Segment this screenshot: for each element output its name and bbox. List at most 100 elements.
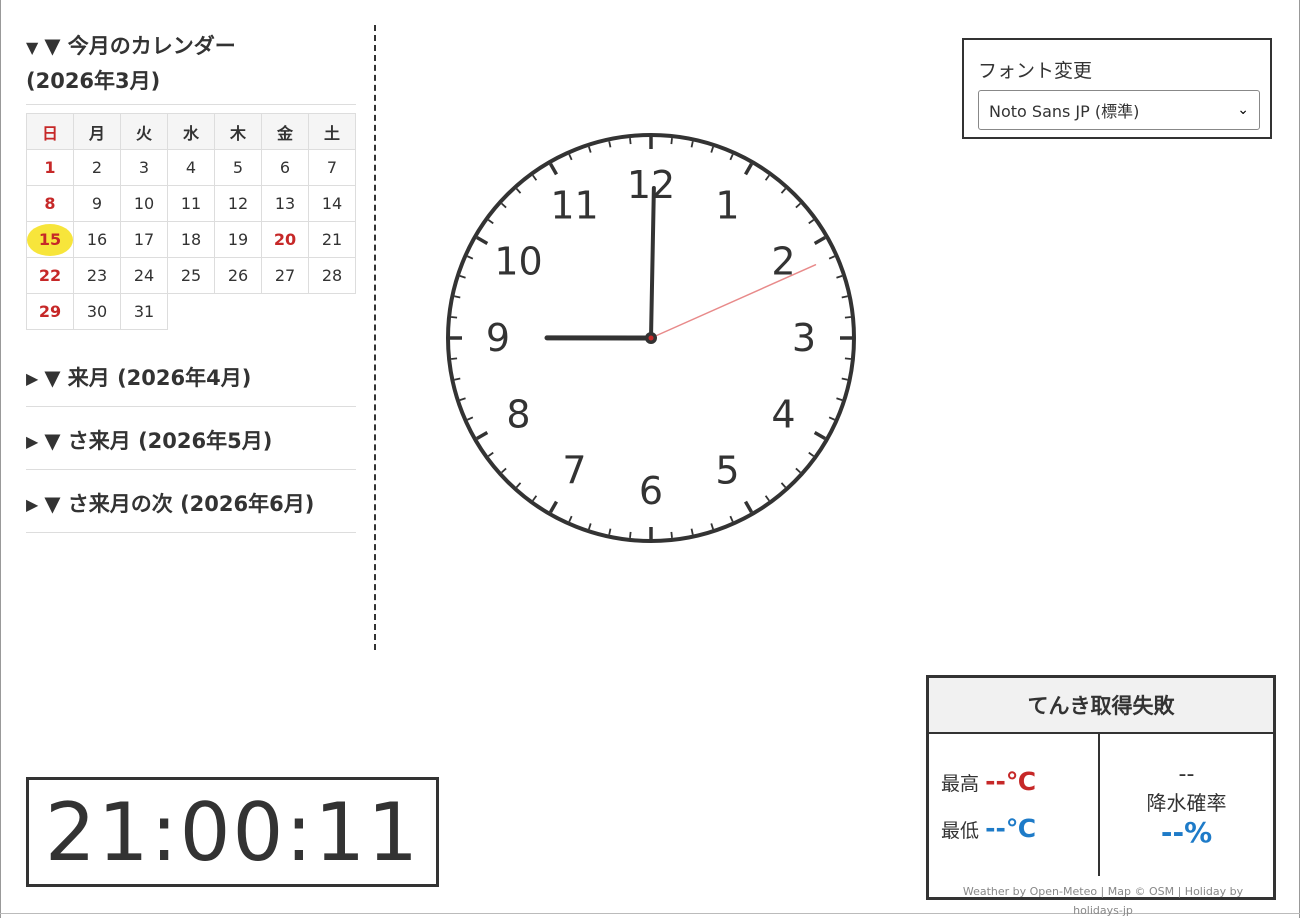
after-after-next-month-heading: ▼ さ来月の次 (2026年6月) — [44, 486, 314, 523]
calendar-day: 17 — [121, 222, 168, 258]
low-temp-row: 最低 --℃ — [941, 814, 1098, 843]
calendar-day: 10 — [121, 186, 168, 222]
clock-minor-tick — [630, 532, 631, 538]
clock-minor-tick — [609, 141, 610, 147]
calendar-day: 31 — [121, 294, 168, 330]
clock-numeral: 4 — [771, 393, 795, 437]
disclosure-open-icon: ▼ — [26, 32, 38, 64]
clock-minor-tick — [671, 532, 672, 538]
precip-placeholder: -- — [1179, 762, 1195, 787]
weather-title: てんき取得失敗 — [929, 678, 1273, 734]
high-temp-label: 最高 — [941, 773, 979, 795]
font-selector-label: フォント変更 — [978, 56, 1258, 83]
frame-right-border — [1299, 0, 1300, 918]
calendar-day: 18 — [168, 222, 215, 258]
calendar-day: 11 — [168, 186, 215, 222]
high-temp-row: 最高 --℃ — [941, 767, 1098, 796]
calendar-day: 15 — [27, 222, 74, 258]
precip-value: --% — [1161, 816, 1212, 849]
calendar-day: 25 — [168, 258, 215, 294]
next-month-heading: ▼ 来月 (2026年4月) — [44, 360, 251, 397]
calendar-day: 5 — [215, 150, 262, 186]
precip-label: 降水確率 — [1147, 787, 1227, 816]
current-month-summary[interactable]: ▼▼ 今月のカレンダー (2026年3月) — [26, 30, 356, 105]
weekday-header: 火 — [121, 114, 168, 150]
calendar-day: 14 — [309, 186, 356, 222]
current-month-heading: ▼ 今月のカレンダー — [44, 34, 235, 58]
low-temp-label: 最低 — [941, 820, 979, 842]
weekday-header: 金 — [262, 114, 309, 150]
calendar-week-row: 293031 — [27, 294, 356, 330]
calendar-day: 16 — [74, 222, 121, 258]
precipitation-section: -- 降水確率 --% — [1100, 734, 1273, 876]
high-temp-value: --℃ — [985, 767, 1036, 796]
clock-minor-tick — [609, 529, 610, 535]
weather-panel: てんき取得失敗 最高 --℃ 最低 --℃ -- 降水確率 --% — [926, 675, 1276, 900]
weekday-header: 日 — [27, 114, 74, 150]
calendar-day: 30 — [74, 294, 121, 330]
clock-numeral: 7 — [562, 449, 586, 493]
calendar-day: 26 — [215, 258, 262, 294]
clock-minor-tick — [454, 379, 460, 380]
temperature-section: 最高 --℃ 最低 --℃ — [929, 734, 1100, 876]
clock-minor-tick — [842, 379, 848, 380]
calendar-day: 24 — [121, 258, 168, 294]
clock-numeral: 8 — [506, 393, 530, 437]
digital-clock: 21:00:11 — [26, 777, 439, 887]
calendar-day: 28 — [309, 258, 356, 294]
font-select[interactable]: Noto Sans JP (標準) ⌄ — [978, 90, 1260, 130]
clock-minor-tick — [451, 358, 457, 359]
calendar-day: 13 — [262, 186, 309, 222]
calendar-week-row: 891011121314 — [27, 186, 356, 222]
weekday-header: 木 — [215, 114, 262, 150]
font-select-value: Noto Sans JP (標準) — [989, 98, 1139, 122]
column-divider — [374, 25, 376, 650]
after-after-next-month-summary[interactable]: ▶▼ さ来月の次 (2026年6月) — [26, 478, 356, 533]
chevron-down-icon: ⌄ — [1237, 102, 1249, 118]
calendar-empty-cell — [262, 294, 309, 330]
clock-numeral: 5 — [715, 449, 739, 493]
after-next-month-summary[interactable]: ▶▼ さ来月 (2026年5月) — [26, 415, 356, 470]
calendar-day: 19 — [215, 222, 262, 258]
calendar-week-row: 22232425262728 — [27, 258, 356, 294]
clock-numeral: 9 — [486, 316, 510, 360]
calendar-column: ▼▼ 今月のカレンダー (2026年3月) 日月火水木金土 1234567891… — [26, 30, 356, 533]
clock-minor-tick — [845, 317, 851, 318]
calendar-day: 4 — [168, 150, 215, 186]
calendar-body: 1234567891011121314151617181920212223242… — [27, 150, 356, 330]
clock-numeral: 3 — [792, 316, 816, 360]
clock-center-dot — [649, 336, 654, 341]
weekday-header: 土 — [309, 114, 356, 150]
calendar-day: 8 — [27, 186, 74, 222]
calendar-day: 29 — [27, 294, 74, 330]
after-next-month-heading: ▼ さ来月 (2026年5月) — [44, 423, 272, 460]
calendar-day: 27 — [262, 258, 309, 294]
current-month-subheading: (2026年3月) — [26, 64, 356, 98]
attribution-credit: Weather by Open-Meteo | Map © OSM | Holi… — [950, 882, 1256, 920]
disclosure-closed-icon: ▶ — [26, 360, 38, 397]
clock-minor-tick — [692, 529, 693, 535]
calendar-week-row: 15161718192021 — [27, 222, 356, 258]
calendar-day: 7 — [309, 150, 356, 186]
weekday-header: 水 — [168, 114, 215, 150]
calendar-day: 1 — [27, 150, 74, 186]
disclosure-closed-icon: ▶ — [26, 423, 38, 460]
calendar-day: 21 — [309, 222, 356, 258]
calendar-day: 20 — [262, 222, 309, 258]
next-month-summary[interactable]: ▶▼ 来月 (2026年4月) — [26, 352, 356, 407]
clock-numeral: 11 — [550, 183, 598, 227]
clock-minor-tick — [842, 296, 848, 297]
today-marker: 15 — [27, 224, 73, 256]
analog-clock: 121234567891011 — [444, 131, 858, 545]
weekday-header-row: 日月火水木金土 — [27, 114, 356, 150]
weekday-header: 月 — [74, 114, 121, 150]
calendar-day: 22 — [27, 258, 74, 294]
calendar-day: 9 — [74, 186, 121, 222]
calendar-table: 日月火水木金土 12345678910111213141516171819202… — [26, 113, 356, 330]
clock-minor-tick — [671, 138, 672, 144]
clock-numeral: 12 — [627, 163, 675, 207]
clock-numeral: 1 — [715, 183, 739, 227]
clock-minor-tick — [454, 296, 460, 297]
disclosure-closed-icon: ▶ — [26, 486, 38, 523]
frame-left-border — [0, 0, 1, 918]
